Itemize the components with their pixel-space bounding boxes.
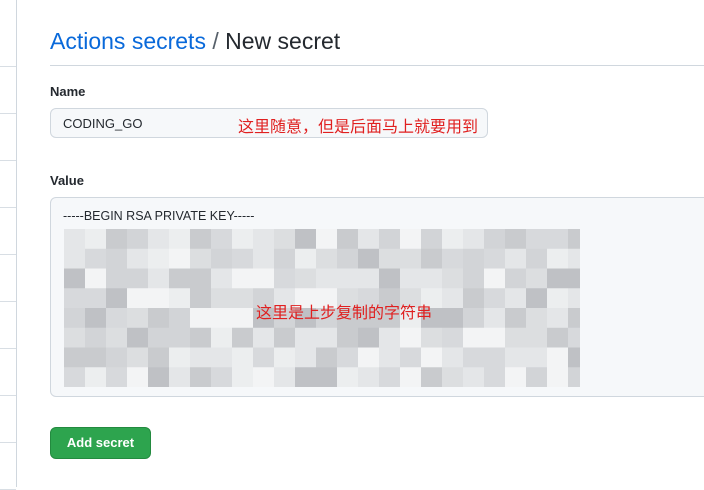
sidebar-item[interactable] [0, 349, 16, 396]
name-annotation: 这里随意，但是后面马上就要用到 [238, 117, 479, 136]
add-secret-button[interactable]: Add secret [50, 427, 151, 459]
sidebar-item[interactable] [0, 67, 16, 114]
page-title: New secret [225, 28, 341, 54]
breadcrumb-link-actions-secrets[interactable]: Actions secrets [50, 28, 206, 54]
value-label: Value [50, 173, 84, 188]
name-label: Name [50, 84, 86, 99]
sidebar-item[interactable] [0, 302, 16, 349]
secret-value-textarea[interactable]: -----BEGIN RSA PRIVATE KEY----- [50, 197, 704, 397]
breadcrumb: Actions secrets / New secret [50, 26, 340, 56]
breadcrumb-separator: / [212, 28, 219, 54]
sidebar-item[interactable] [0, 114, 16, 161]
value-first-line: -----BEGIN RSA PRIVATE KEY----- [63, 209, 255, 223]
sidebar-item[interactable] [0, 20, 16, 67]
sidebar-item[interactable] [0, 443, 16, 490]
value-annotation: 这里是上步复制的字符串 [256, 303, 433, 322]
sidebar-item[interactable] [0, 255, 16, 302]
title-divider [50, 65, 704, 66]
sidebar-item[interactable] [0, 396, 16, 443]
sidebar-item[interactable] [0, 161, 16, 208]
sidebar-item[interactable] [0, 208, 16, 255]
settings-sidebar [0, 0, 17, 490]
